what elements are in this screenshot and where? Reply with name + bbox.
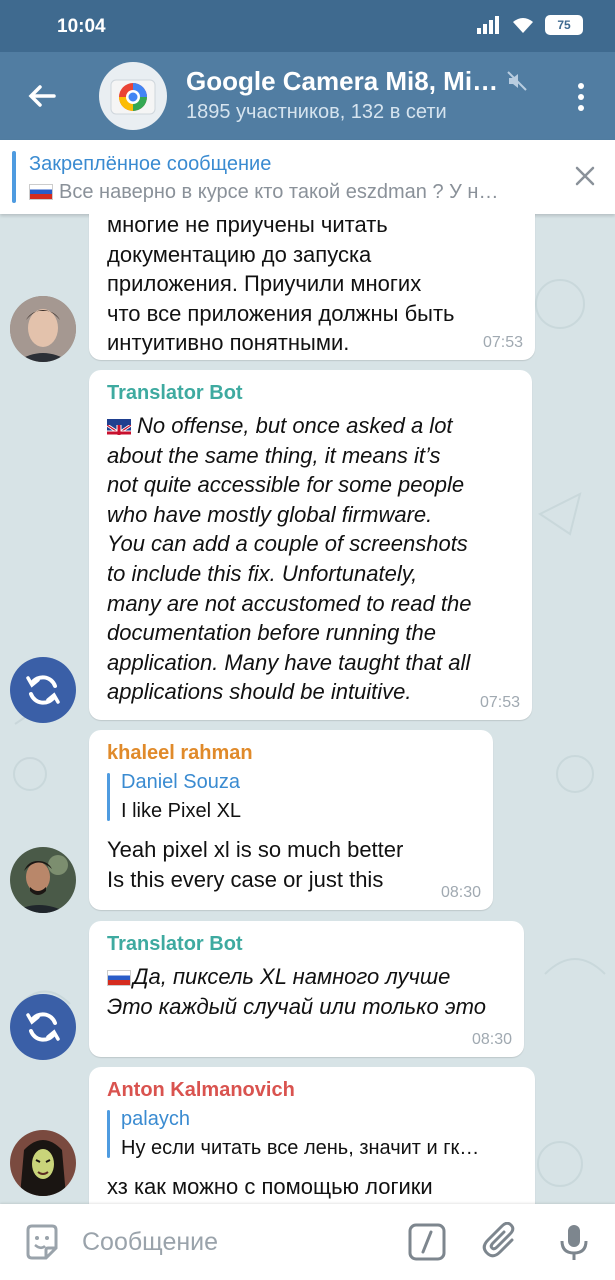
message-text: Да, пиксель XL намного лучше Это каждый … (107, 962, 506, 1021)
group-avatar[interactable] (99, 62, 167, 130)
refresh-icon (26, 1012, 60, 1042)
back-arrow-icon[interactable] (24, 78, 60, 114)
user-avatar[interactable] (10, 296, 76, 362)
bot-commands-icon[interactable] (407, 1222, 447, 1262)
reply-author: palaych (121, 1108, 190, 1130)
google-camera-icon (110, 79, 156, 115)
translated-text: No offense, but once asked a lot about t… (107, 413, 472, 705)
russia-flag-icon (29, 184, 53, 200)
user-avatar-photo (10, 296, 76, 362)
message-bubble[interactable]: Translator Bot Да, пиксель XL намного лу… (89, 921, 524, 1057)
attach-paperclip-icon[interactable] (482, 1222, 522, 1262)
translator-bot-avatar[interactable] (10, 657, 76, 723)
status-icons: 75 (477, 15, 583, 35)
pinned-message-bar[interactable]: Закреплённое сообщение Все наверно в кур… (0, 140, 615, 214)
user-avatar-photo (10, 1130, 76, 1196)
user-avatar[interactable] (10, 1130, 76, 1196)
message-text: многие не приучены читать документацию д… (107, 214, 455, 356)
message-input[interactable]: Сообщение (82, 1228, 218, 1257)
status-time: 10:04 (57, 16, 106, 37)
user-avatar[interactable] (10, 847, 76, 913)
reply-author: Daniel Souza (121, 771, 240, 793)
close-icon[interactable] (573, 164, 597, 188)
message-bubble[interactable]: Translator Bot No offense, but once aske… (89, 370, 532, 720)
chat-messages[interactable]: многие не приучены читать документацию д… (0, 214, 615, 1204)
reply-text: Ну если читать все лень, значит и гк… (121, 1137, 480, 1159)
more-menu-icon[interactable] (577, 82, 585, 112)
message-time: 07:53 (479, 694, 520, 711)
translated-text: Да, пиксель XL намного лучше Это каждый … (107, 964, 486, 1019)
uk-flag-icon (107, 419, 131, 435)
message-bubble[interactable]: многие не приучены читать документацию д… (89, 214, 535, 360)
sender-name[interactable]: Anton Kalmanovich (107, 1079, 517, 1102)
message-bubble[interactable]: Anton Kalmanovich palaych Ну если читать… (89, 1067, 535, 1204)
user-avatar-photo (10, 847, 76, 913)
emoji-sticker-icon[interactable] (22, 1222, 62, 1262)
reply-quote[interactable]: Daniel Souza I like Pixel XL (107, 771, 475, 823)
refresh-icon (26, 675, 60, 705)
message-bubble[interactable]: khaleel rahman Daniel Souza I like Pixel… (89, 730, 493, 910)
pinned-text: Все наверно в курсе кто такой eszdman ? … (59, 181, 499, 203)
chat-title[interactable]: Google Camera Mi8, Mi… (186, 66, 498, 97)
message-text: No offense, but once asked a lot about t… (107, 411, 514, 707)
pinned-preview: Все наверно в курсе кто такой eszdman ? … (29, 181, 549, 204)
muted-icon (507, 71, 527, 91)
message-time: 08:30 (471, 1031, 512, 1048)
microphone-icon[interactable] (554, 1222, 594, 1262)
russia-flag-icon (107, 970, 131, 986)
translator-bot-avatar[interactable] (10, 994, 76, 1060)
sender-name[interactable]: Translator Bot (107, 382, 514, 405)
message-time: 08:30 (440, 884, 481, 901)
battery-indicator: 75 (545, 15, 583, 35)
sender-name[interactable]: khaleel rahman (107, 742, 475, 765)
message-text: Yeah pixel xl is so much better Is this … (107, 837, 404, 892)
message-time: 07:53 (482, 334, 523, 351)
signal-icon (477, 16, 499, 34)
wifi-icon (513, 18, 533, 33)
chat-subtitle: 1895 участников, 132 в сети (186, 101, 447, 123)
message-text: хз как можно с помощью логики (107, 1174, 433, 1199)
reply-quote[interactable]: palaych Ну если читать все лень, значит … (107, 1108, 517, 1160)
status-bar: 10:04 75 (0, 0, 615, 52)
pinned-label: Закреплённое сообщение (29, 153, 272, 175)
pinned-accent-bar (12, 151, 16, 203)
sender-name[interactable]: Translator Bot (107, 933, 506, 956)
chat-header: Google Camera Mi8, Mi… 1895 участников, … (0, 52, 615, 140)
reply-text: I like Pixel XL (121, 800, 242, 822)
message-composer: Сообщение (0, 1204, 615, 1280)
